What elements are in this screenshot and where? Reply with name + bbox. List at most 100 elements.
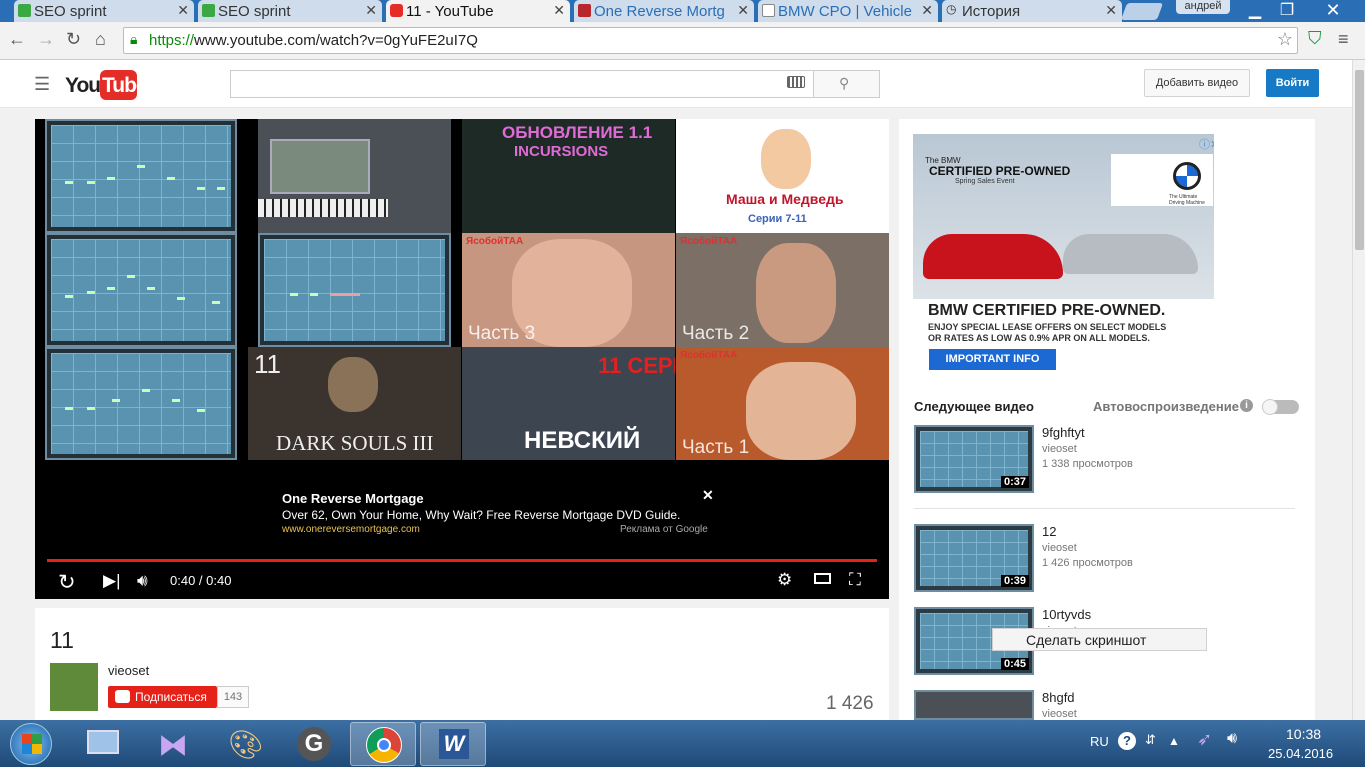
close-icon[interactable]: ✕: [553, 2, 565, 19]
replay-icon[interactable]: ↻: [58, 570, 76, 595]
taskbar-app[interactable]: ⧓: [140, 722, 206, 766]
ad-choices-icon[interactable]: ⓘ✕: [1199, 136, 1214, 152]
reload-icon[interactable]: ↻: [66, 29, 81, 50]
orm-icon: [578, 4, 591, 17]
restore-icon[interactable]: ❐: [1272, 0, 1302, 20]
page-scrollbar[interactable]: [1352, 60, 1365, 720]
ad-brand-line: Spring Sales Event: [955, 178, 1015, 185]
new-tab-button[interactable]: [1120, 3, 1164, 20]
related-title[interactable]: 9fghftyt: [1042, 425, 1085, 440]
related-channel: vieoset: [1042, 542, 1077, 554]
tray-expand-icon[interactable]: ▲: [1168, 734, 1180, 748]
help-icon[interactable]: ?: [1118, 732, 1136, 750]
related-video[interactable]: 0:37 9fghftyt vieoset 1 338 просмотров: [914, 425, 1294, 495]
taskbar-chrome[interactable]: [350, 722, 416, 766]
ad-overlay[interactable]: One Reverse Mortgage Over 62, Own Your H…: [282, 487, 714, 535]
profile-button[interactable]: андрей: [1176, 0, 1230, 14]
channel-name[interactable]: vieoset: [108, 663, 149, 678]
related-title[interactable]: 10rtyvds: [1042, 607, 1091, 622]
minimize-icon[interactable]: ▁: [1240, 0, 1270, 20]
windows-logo-icon: [22, 734, 42, 754]
seo-sprint-icon: [202, 4, 215, 17]
clock-date[interactable]: 25.04.2016: [1268, 746, 1333, 761]
youtube-logo[interactable]: You Tube: [65, 70, 148, 100]
progress-bar[interactable]: [47, 559, 877, 562]
ad-cta-button[interactable]: IMPORTANT INFO: [929, 349, 1056, 370]
ad-close-icon[interactable]: ✕: [702, 487, 714, 504]
endscreen-thumb[interactable]: [258, 119, 451, 233]
taskbar-app[interactable]: G: [280, 722, 346, 766]
word-icon: W: [439, 729, 469, 759]
keyboard-icon[interactable]: [787, 76, 805, 88]
search-button[interactable]: ⚲: [813, 70, 880, 98]
bmw-ad[interactable]: The BMW CERTIFIED PRE-OWNED Spring Sales…: [913, 134, 1214, 384]
autoplay-toggle[interactable]: [1262, 399, 1299, 415]
endscreen-thumb[interactable]: [45, 347, 237, 460]
close-icon[interactable]: ✕: [365, 2, 377, 19]
thumb-title: Часть 1: [682, 437, 750, 458]
browser-tab[interactable]: One Reverse Mortg ✕: [574, 0, 754, 22]
related-title[interactable]: 8hgfd: [1042, 690, 1075, 705]
settings-gear-icon[interactable]: ⚙: [777, 570, 792, 590]
subscribe-button[interactable]: Подписаться: [108, 686, 217, 708]
endscreen-thumb[interactable]: ЯсобойТАА Часть 2: [676, 233, 889, 347]
endscreen-thumb[interactable]: ЯсобойТАА Часть 1: [676, 347, 889, 460]
volume-tray-icon[interactable]: 🔊︎: [1227, 730, 1237, 748]
address-bar[interactable]: 🔒︎ https://www.youtube.com/watch?v=0gYuF…: [123, 27, 1298, 54]
endscreen-thumb[interactable]: ЯсобойТАА Часть 3: [462, 233, 675, 347]
back-icon[interactable]: ←: [8, 29, 26, 50]
endscreen-thumb[interactable]: 11 СЕРИЯ НЕВСКИЙ: [462, 347, 675, 460]
taskbar-word[interactable]: W: [420, 722, 486, 766]
endscreen-thumb[interactable]: [45, 233, 237, 347]
logo-tube: Tube: [102, 74, 148, 97]
related-thumbnail[interactable]: [914, 690, 1034, 720]
home-icon[interactable]: ⌂: [95, 29, 106, 50]
scrollbar-thumb[interactable]: [1355, 70, 1364, 250]
login-button[interactable]: Войти: [1266, 69, 1319, 97]
extension-shield-icon[interactable]: ⛉: [1308, 28, 1322, 49]
ad-title[interactable]: One Reverse Mortgage: [282, 491, 680, 506]
guide-menu-icon[interactable]: ☰: [34, 74, 50, 95]
video-duration: 0:45: [1000, 658, 1029, 670]
close-icon[interactable]: ✕: [177, 2, 189, 19]
video-player[interactable]: ОБНОВЛЕНИЕ 1.1 INCURSIONS Маша и Медведь…: [35, 119, 889, 599]
close-icon[interactable]: ✕: [921, 2, 933, 19]
start-button[interactable]: [10, 723, 52, 765]
forward-icon[interactable]: →: [37, 29, 55, 50]
channel-avatar[interactable]: [50, 663, 98, 711]
related-video[interactable]: 8hgfd vieoset: [914, 690, 1294, 720]
close-icon[interactable]: ✕: [737, 2, 749, 19]
browser-tab[interactable]: SEO sprint ✕: [14, 0, 194, 22]
tray-app-icon[interactable]: ➶: [1197, 729, 1212, 750]
browser-tab[interactable]: SEO sprint ✕: [198, 0, 382, 22]
add-video-button[interactable]: Добавить видео: [1144, 69, 1250, 97]
endscreen-thumb[interactable]: [258, 233, 451, 347]
star-icon[interactable]: ☆: [1277, 29, 1293, 50]
endscreen-thumb[interactable]: [45, 119, 237, 233]
endscreen-thumb[interactable]: 11 DARK SOULS III: [248, 347, 461, 460]
browser-tab-active[interactable]: 11 - YouTube ✕: [386, 0, 570, 22]
related-video[interactable]: 0:39 12 vieoset 1 426 просмотров: [914, 524, 1294, 594]
search-input[interactable]: [230, 70, 814, 98]
network-icon[interactable]: ⇵: [1145, 732, 1156, 748]
endscreen-thumb[interactable]: ОБНОВЛЕНИЕ 1.1 INCURSIONS: [462, 119, 675, 233]
related-thumbnail[interactable]: 0:39: [914, 524, 1034, 592]
close-window-icon[interactable]: ✕: [1318, 0, 1348, 20]
info-icon[interactable]: i: [1240, 399, 1253, 412]
fullscreen-icon[interactable]: ⛶: [849, 570, 861, 590]
related-thumbnail[interactable]: 0:37: [914, 425, 1034, 493]
taskbar-paint[interactable]: 🎨︎: [210, 722, 276, 766]
taskbar-computer[interactable]: [70, 722, 136, 766]
menu-icon[interactable]: ≡: [1338, 29, 1349, 50]
browser-tab[interactable]: ◷ История ✕: [942, 0, 1122, 22]
close-icon[interactable]: ✕: [1105, 2, 1117, 19]
clock-time[interactable]: 10:38: [1286, 726, 1321, 742]
next-icon[interactable]: ▶|: [103, 571, 121, 591]
theater-mode-icon[interactable]: [814, 573, 831, 584]
browser-tab[interactable]: BMW CPO | Vehicle ✕: [758, 0, 938, 22]
endscreen-thumb[interactable]: Маша и Медведь Серии 7-11: [676, 119, 889, 233]
related-title[interactable]: 12: [1042, 524, 1056, 539]
volume-icon[interactable]: 🔊︎: [137, 571, 148, 591]
screenshot-tooltip[interactable]: Сделать скриншот: [992, 628, 1207, 651]
language-indicator[interactable]: RU: [1090, 734, 1109, 749]
